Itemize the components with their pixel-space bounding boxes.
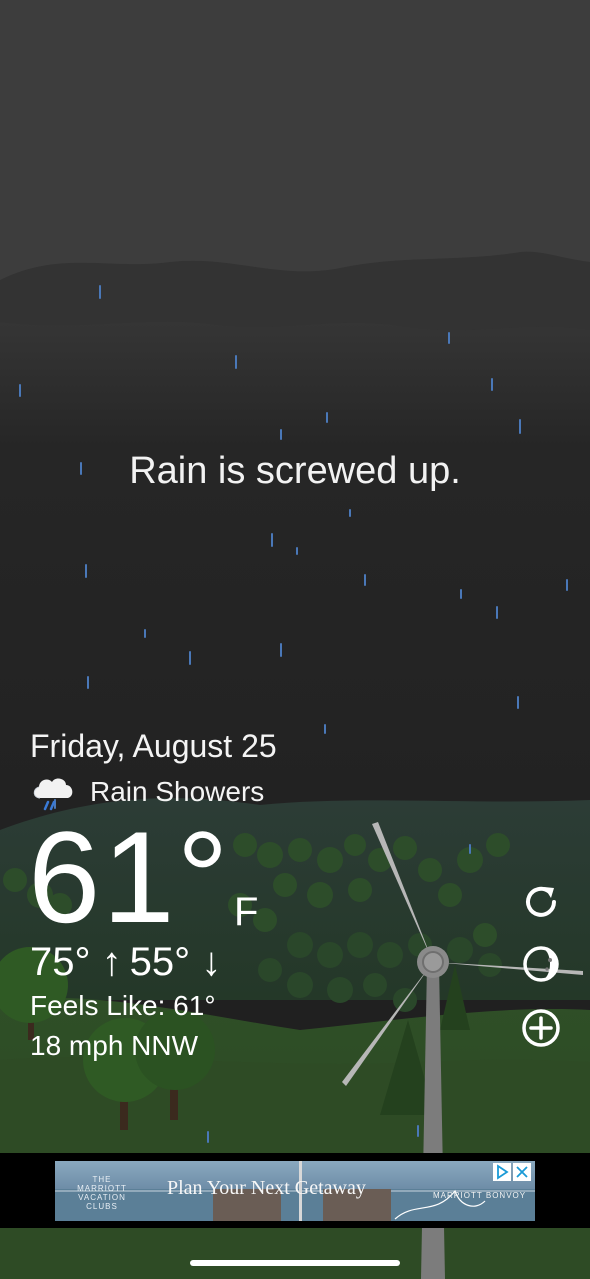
refresh-icon bbox=[526, 886, 556, 917]
low-temperature: 55° ↓ bbox=[129, 940, 222, 984]
moon-phase-icon bbox=[523, 946, 559, 982]
high-low-row: 75° ↑ 55° ↓ bbox=[30, 940, 221, 985]
ad-bar: THE MARRIOTT VACATION CLUBS Plan Your Ne… bbox=[0, 1153, 590, 1228]
current-temperature: 61° bbox=[28, 804, 231, 950]
ad-logo: THE MARRIOTT VACATION CLUBS bbox=[77, 1175, 127, 1211]
status-message: Rain is screwed up. bbox=[129, 450, 461, 492]
ad-headline: Plan Your Next Getaway bbox=[167, 1177, 366, 1199]
temperature-unit: F bbox=[234, 890, 259, 934]
weather-scene bbox=[0, 0, 590, 1279]
add-location-button[interactable] bbox=[518, 1005, 564, 1051]
high-temperature: 75° ↑ bbox=[30, 940, 122, 984]
add-location-icon bbox=[522, 1009, 560, 1047]
ad-controls bbox=[493, 1163, 531, 1181]
moon-phase-button[interactable] bbox=[518, 941, 564, 987]
refresh-button[interactable] bbox=[518, 879, 564, 925]
home-indicator[interactable] bbox=[190, 1260, 400, 1266]
forecast-date: Friday, August 25 bbox=[30, 728, 277, 764]
ad-brand: MARRIOTT BONVOY bbox=[433, 1191, 527, 1200]
close-icon[interactable] bbox=[513, 1163, 531, 1181]
ad-banner[interactable]: THE MARRIOTT VACATION CLUBS Plan Your Ne… bbox=[55, 1161, 535, 1221]
wind-speed: 18 mph NNW bbox=[30, 1030, 199, 1061]
feels-like: Feels Like: 61° bbox=[30, 990, 216, 1021]
ad-choices-icon[interactable] bbox=[493, 1163, 511, 1181]
